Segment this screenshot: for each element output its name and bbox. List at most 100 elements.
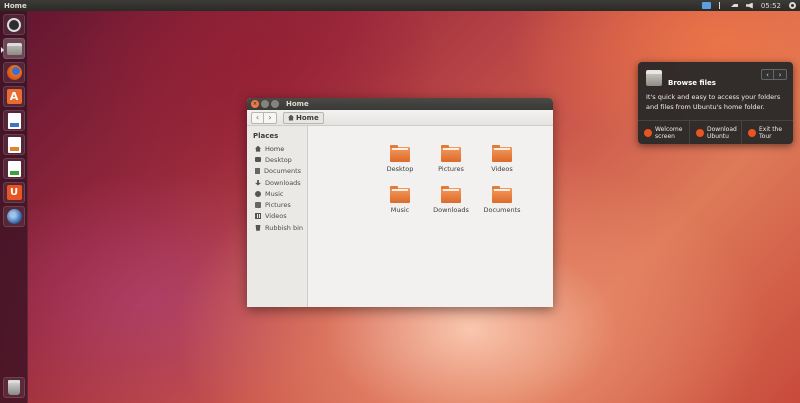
launcher-software-center-button[interactable]: A: [3, 86, 25, 107]
window-close-button[interactable]: ×: [251, 100, 259, 108]
launcher-firefox-button[interactable]: [3, 62, 25, 83]
file-label: Pictures: [438, 165, 464, 173]
ubuntu-one-icon: U: [6, 185, 22, 200]
exit-icon: [748, 128, 756, 137]
sidebar-item-videos[interactable]: Videos: [247, 211, 307, 222]
sidebar-section-places: Places: [253, 132, 279, 140]
launcher-thunderbird-button[interactable]: [3, 206, 25, 227]
network-icon[interactable]: [730, 4, 738, 7]
file-label: Music: [390, 206, 410, 214]
files-icon: [6, 42, 22, 55]
launcher-trash-button[interactable]: [3, 377, 25, 398]
top-panel: Home 05:52: [0, 0, 800, 11]
window-toolbar: ‹ › Home: [247, 110, 553, 126]
launcher: A U: [0, 11, 28, 403]
sidebar-item-downloads[interactable]: Downloads: [247, 177, 307, 188]
launcher-ubuntu-one-button[interactable]: U: [3, 182, 25, 203]
action-label: Welcome screen: [655, 125, 683, 140]
ubuntu-logo-icon: [7, 17, 21, 32]
folder-icon: [390, 186, 410, 203]
file-view[interactable]: Desktop Pictures Videos Music Downloads …: [308, 126, 553, 307]
file-manager-window: × Home ‹ › Home Places Home Desktop Docu…: [247, 98, 553, 307]
software-center-icon: A: [6, 89, 22, 104]
messaging-icon[interactable]: [701, 2, 711, 9]
indicator-area: 05:52: [701, 2, 796, 10]
file-label: Downloads: [433, 206, 469, 214]
folder-documents[interactable]: Documents: [472, 186, 532, 214]
sidebar-item-label: Documents: [264, 167, 302, 176]
window-maximize-button[interactable]: [271, 100, 279, 108]
download-ubuntu-button[interactable]: Download Ubuntu: [690, 121, 742, 144]
clock[interactable]: 05:52: [761, 2, 781, 10]
sidebar-item-rubbish-bin[interactable]: Rubbish bin: [247, 222, 307, 233]
launcher-writer-button[interactable]: [3, 110, 25, 131]
music-icon: [255, 190, 261, 197]
home-icon: [288, 114, 294, 121]
desktop-icon: [255, 157, 261, 163]
tour-actions: Welcome screen Download Ubuntu Exit the …: [638, 120, 793, 144]
camera-icon: [255, 202, 261, 209]
sidebar-item-pictures[interactable]: Pictures: [247, 199, 307, 210]
sidebar-item-music[interactable]: Music: [247, 188, 307, 199]
folder-icon: [441, 145, 461, 162]
volume-icon[interactable]: [745, 2, 753, 9]
breadcrumb-home[interactable]: Home: [283, 111, 324, 124]
active-window-title: Home: [4, 1, 27, 10]
home-icon: [255, 145, 261, 152]
back-button[interactable]: ‹: [251, 111, 264, 124]
folder-icon: [492, 145, 512, 162]
sidebar-item-label: Videos: [265, 212, 287, 221]
action-label: Download Ubuntu: [707, 125, 737, 140]
folder-icon: [441, 186, 461, 203]
window-titlebar[interactable]: × Home: [247, 98, 553, 110]
forward-button[interactable]: ›: [264, 111, 277, 124]
welcome-screen-button[interactable]: Welcome screen: [638, 121, 690, 144]
folder-videos[interactable]: Videos: [472, 145, 532, 173]
bluetooth-icon[interactable]: [718, 2, 723, 9]
sidebar-item-desktop[interactable]: Desktop: [247, 154, 307, 165]
trash-icon: [255, 224, 261, 231]
downloads-icon: [255, 179, 261, 186]
download-icon: [696, 128, 704, 137]
window-minimize-button[interactable]: [261, 100, 269, 108]
calc-icon: [7, 160, 21, 177]
impress-icon: [7, 136, 21, 153]
sidebar-item-documents[interactable]: Documents: [247, 166, 307, 177]
tour-body: It's quick and easy to access your folde…: [646, 93, 781, 111]
file-label: Videos: [491, 165, 513, 173]
action-label: Exit the Tour: [759, 125, 783, 140]
trash-icon: [8, 380, 20, 395]
sidebar-item-label: Pictures: [265, 201, 291, 210]
tour-nav: ‹ ›: [761, 69, 787, 80]
folder-icon: [390, 145, 410, 162]
session-gear-icon[interactable]: [789, 2, 796, 9]
launcher-dash-button[interactable]: [3, 14, 25, 35]
launcher-files-button[interactable]: [1, 38, 25, 59]
tour-next-button[interactable]: ›: [774, 69, 787, 80]
tour-title: Browse files: [668, 78, 716, 87]
home-icon: [644, 128, 652, 137]
running-indicator: [1, 47, 4, 53]
breadcrumb-label: Home: [296, 113, 319, 122]
file-label: Documents: [483, 206, 521, 214]
firefox-icon: [6, 65, 22, 80]
video-icon: [255, 213, 261, 220]
tour-previous-button[interactable]: ‹: [761, 69, 774, 80]
file-label: Desktop: [386, 165, 414, 173]
sidebar-item-label: Rubbish bin: [265, 223, 304, 232]
sidebar-item-label: Music: [265, 189, 284, 198]
documents-icon: [255, 168, 260, 175]
folder-icon: [492, 186, 512, 203]
launcher-impress-button[interactable]: [3, 134, 25, 155]
window-title: Home: [286, 100, 309, 108]
thunderbird-icon: [6, 209, 22, 224]
writer-icon: [7, 112, 21, 129]
sidebar-item-label: Home: [265, 144, 285, 153]
exit-tour-button[interactable]: Exit the Tour: [742, 121, 793, 144]
sidebar-item-label: Downloads: [265, 178, 301, 187]
sidebar-item-label: Desktop: [265, 155, 292, 164]
launcher-calc-button[interactable]: [3, 158, 25, 179]
places-sidebar: Places Home Desktop Documents Downloads …: [247, 126, 308, 307]
sidebar-item-home[interactable]: Home: [247, 143, 307, 154]
tour-popup: Browse files ‹ › It's quick and easy to …: [638, 62, 793, 144]
